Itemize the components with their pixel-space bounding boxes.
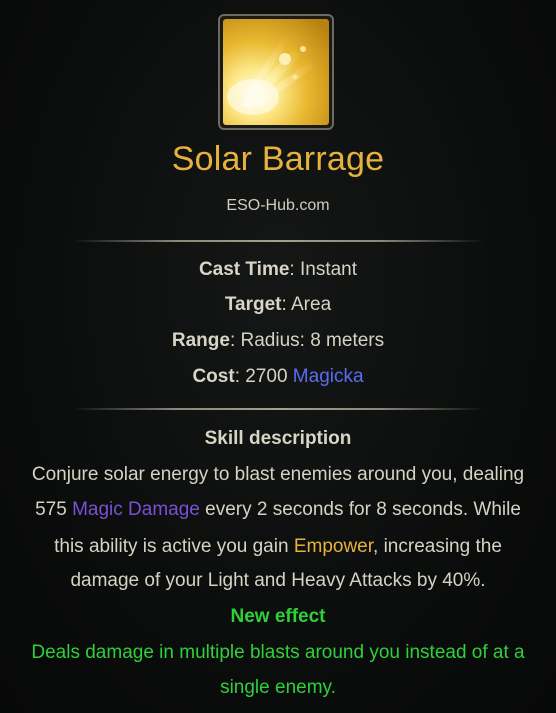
stat-cast-time: Cast Time: Instant [0, 259, 556, 281]
stat-cost: Cost: 2700 Magicka [0, 366, 556, 388]
stat-target: Target: Area [0, 294, 556, 316]
stat-range: Range: Radius: 8 meters [0, 330, 556, 352]
stat-label: Cast Time [198, 259, 290, 280]
stat-label: Cost [192, 366, 235, 387]
divider [72, 240, 484, 242]
skill-icon-frame [218, 14, 334, 130]
magic-damage-keyword: Magic Damage [72, 499, 200, 520]
empower-keyword: Empower [293, 536, 374, 557]
source-label: ESO-Hub.com [226, 197, 330, 214]
description-line: Conjure solar energy to blast enemies ar… [31, 464, 525, 485]
description-line: damage of your Light and Heavy Attacks b… [70, 570, 486, 591]
description-text: 575 [35, 499, 73, 520]
skill-title: Solar Barrage [171, 140, 385, 178]
solar-barrage-icon [223, 19, 329, 125]
description-text: this ability is active you gain [54, 536, 294, 557]
magicka-resource: Magicka [292, 366, 364, 387]
new-effect-line: Deals damage in multiple blasts around y… [31, 642, 525, 663]
description-line: this ability is active you gain Empower,… [0, 536, 556, 558]
stat-value: : 2700 [234, 366, 293, 387]
description-text: , increasing the [373, 536, 502, 557]
description-heading: Skill description [204, 428, 352, 449]
stat-value: : Instant [289, 259, 358, 280]
new-effect-heading: New effect [230, 606, 326, 627]
stat-label: Range [171, 330, 230, 351]
stat-value: : Area [281, 294, 332, 315]
description-text: every 2 seconds for 8 seconds. While [199, 499, 521, 520]
stat-label: Target [224, 294, 282, 315]
new-effect-line: single enemy. [220, 677, 336, 698]
stat-value: : Radius: 8 meters [229, 330, 385, 351]
divider [72, 408, 484, 410]
description-line: 575 Magic Damage every 2 seconds for 8 s… [0, 499, 556, 521]
